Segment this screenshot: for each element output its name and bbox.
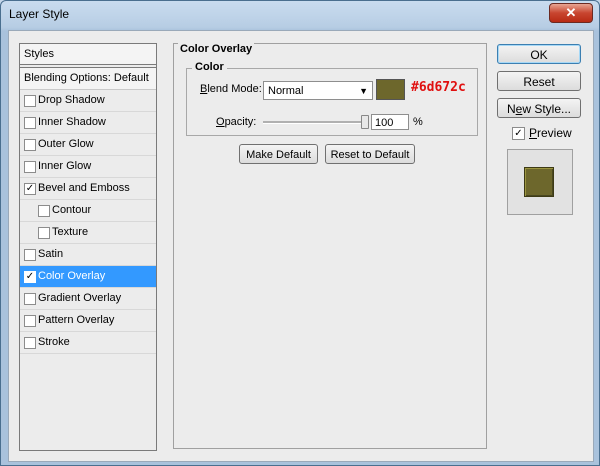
style-item-label: Inner Shadow bbox=[38, 116, 106, 128]
title-bar[interactable]: Layer Style ✕ bbox=[1, 1, 599, 27]
opacity-slider-thumb[interactable] bbox=[361, 115, 369, 129]
style-item[interactable]: ✓ Color Overlay bbox=[20, 266, 156, 288]
style-item-label: Bevel and Emboss bbox=[38, 182, 130, 194]
window-title: Layer Style bbox=[9, 7, 70, 21]
style-item[interactable]: Inner Glow bbox=[20, 156, 156, 178]
new-style-button[interactable]: New Style... bbox=[497, 98, 581, 118]
preview-label[interactable]: Preview bbox=[529, 126, 572, 140]
style-item-checkbox[interactable] bbox=[38, 205, 50, 217]
overlay-color-swatch[interactable] bbox=[376, 79, 405, 100]
style-item-label: Stroke bbox=[38, 336, 70, 348]
opacity-label: Opacity: bbox=[216, 116, 256, 128]
chevron-down-icon: ▼ bbox=[359, 86, 368, 96]
blend-mode-label: Blend Mode: bbox=[200, 83, 262, 95]
styles-panel: Styles Blending Options: Default Drop Sh… bbox=[19, 43, 157, 451]
blend-mode-select[interactable]: Normal ▼ bbox=[263, 81, 373, 100]
blending-options-item[interactable]: Blending Options: Default bbox=[20, 67, 156, 90]
close-button[interactable]: ✕ bbox=[549, 3, 593, 23]
styles-header[interactable]: Styles bbox=[20, 44, 156, 65]
opacity-input[interactable]: 100 bbox=[371, 114, 409, 130]
preview-label-rest: review bbox=[537, 126, 572, 140]
close-icon[interactable]: ✕ bbox=[566, 5, 577, 20]
style-item[interactable]: Pattern Overlay bbox=[20, 310, 156, 332]
reset-button[interactable]: Reset bbox=[497, 71, 581, 91]
style-item[interactable]: Drop Shadow bbox=[20, 90, 156, 112]
style-item-label: Outer Glow bbox=[38, 138, 94, 150]
style-item-label: Inner Glow bbox=[38, 160, 92, 172]
opacity-mnemonic: O bbox=[216, 116, 225, 128]
style-item-checkbox[interactable]: ✓ bbox=[24, 271, 36, 283]
dialog-client-area: Styles Blending Options: Default Drop Sh… bbox=[8, 30, 594, 462]
opacity-slider-track[interactable] bbox=[263, 121, 365, 124]
layer-style-dialog: Layer Style ✕ Styles Blending Options: D… bbox=[0, 0, 600, 466]
style-item-label: Satin bbox=[38, 248, 64, 260]
style-item[interactable]: Inner Shadow bbox=[20, 112, 156, 134]
ok-button[interactable]: OK bbox=[497, 44, 581, 64]
style-item[interactable]: Gradient Overlay bbox=[20, 288, 156, 310]
reset-to-default-button[interactable]: Reset to Default bbox=[325, 144, 415, 164]
style-item-checkbox[interactable] bbox=[24, 293, 36, 305]
style-item-checkbox[interactable] bbox=[24, 139, 36, 151]
blend-mode-label-text: lend Mode: bbox=[207, 83, 262, 95]
style-item[interactable]: Satin bbox=[20, 244, 156, 266]
style-item-label: Pattern Overlay bbox=[38, 314, 115, 326]
style-item-checkbox[interactable] bbox=[24, 249, 36, 261]
color-group-title: Color bbox=[192, 61, 227, 73]
preview-swatch bbox=[524, 167, 554, 197]
style-item-checkbox[interactable] bbox=[24, 161, 36, 173]
style-item[interactable]: Texture bbox=[20, 222, 156, 244]
style-item[interactable]: Outer Glow bbox=[20, 134, 156, 156]
new-style-label-start: N bbox=[506, 102, 516, 116]
preview-mnemonic: P bbox=[529, 126, 538, 140]
hex-color-annotation: #6d672c bbox=[411, 80, 466, 95]
style-preview bbox=[507, 149, 573, 215]
style-item-checkbox[interactable] bbox=[24, 337, 36, 349]
style-item-checkbox[interactable] bbox=[38, 227, 50, 239]
style-item-label: Contour bbox=[52, 204, 92, 216]
style-item-label: Drop Shadow bbox=[38, 94, 105, 106]
style-item[interactable]: Stroke bbox=[20, 332, 156, 354]
opacity-label-text: pacity: bbox=[224, 116, 257, 128]
style-item-checkbox[interactable] bbox=[24, 117, 36, 129]
style-item-checkbox[interactable] bbox=[24, 315, 36, 327]
style-item[interactable]: Contour bbox=[20, 200, 156, 222]
style-list: Drop Shadow Inner Shadow Outer Glow Inner G… bbox=[20, 90, 156, 354]
make-default-button[interactable]: Make Default bbox=[239, 144, 318, 164]
style-item[interactable]: ✓ Bevel and Emboss bbox=[20, 178, 156, 200]
color-group: Color Blend Mode: Normal ▼ #6d672c Opaci… bbox=[186, 61, 478, 136]
style-item-checkbox[interactable]: ✓ bbox=[24, 183, 36, 195]
style-item-label: Color Overlay bbox=[38, 270, 106, 282]
style-item-checkbox[interactable] bbox=[24, 95, 36, 107]
color-overlay-title: Color Overlay bbox=[178, 43, 255, 55]
color-overlay-panel: Color Overlay Color Blend Mode: Normal ▼… bbox=[173, 43, 487, 449]
opacity-unit: % bbox=[413, 116, 423, 128]
preview-checkbox[interactable]: ✓ bbox=[512, 127, 525, 140]
style-item-label: Gradient Overlay bbox=[38, 292, 122, 304]
style-item-label: Texture bbox=[52, 226, 89, 238]
blend-mode-value: Normal bbox=[268, 85, 304, 97]
new-style-label-rest: w Style... bbox=[522, 102, 572, 116]
